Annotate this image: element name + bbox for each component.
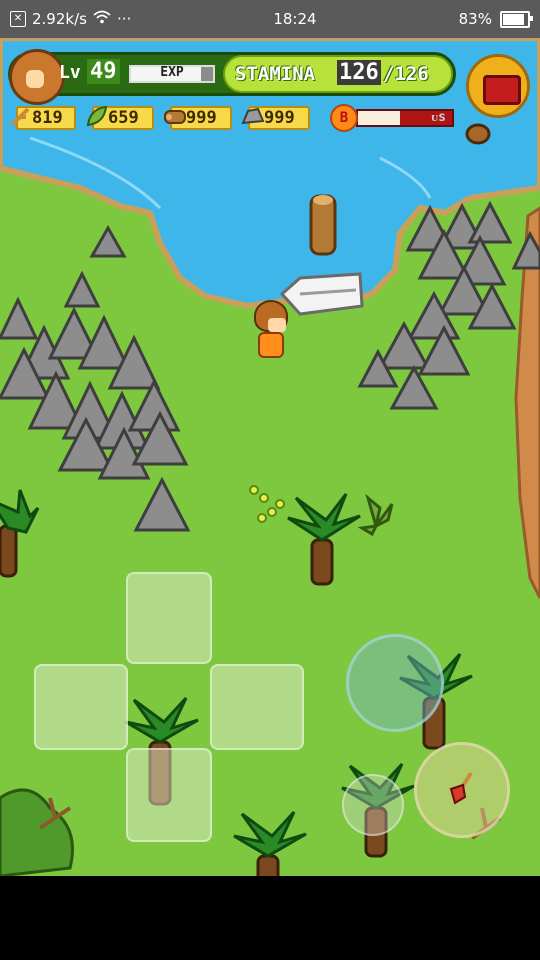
bonus-bar: ᴜs	[356, 109, 454, 127]
player-avatar[interactable]	[9, 49, 65, 105]
resource-leaves: 659	[86, 105, 154, 130]
resource-value: 999	[186, 108, 217, 128]
status-left: ✕ 2.92k/s ···	[10, 10, 131, 28]
game-view[interactable]: Lv 49 EXP STAMINA 126 /126 819 659 999 9…	[0, 38, 540, 876]
notification-close-icon: ✕	[10, 11, 26, 27]
dpad-left[interactable]	[34, 664, 128, 750]
resource-sticks: 819	[10, 106, 76, 130]
battery-percent: 83%	[458, 10, 492, 28]
dpad-right[interactable]	[210, 664, 304, 750]
bonus-text: ᴜs	[431, 110, 446, 125]
resource-wood: 999	[164, 106, 232, 130]
dpad-down[interactable]	[126, 748, 212, 842]
dig-button[interactable]	[414, 742, 510, 838]
treasure-chest-button[interactable]	[466, 54, 530, 118]
bonus-fill	[358, 111, 401, 125]
resource-value: 659	[108, 108, 139, 128]
status-right: 83%	[458, 10, 533, 28]
resource-value: 999	[264, 108, 295, 128]
status-bar: ✕ 2.92k/s ··· 18:24 83%	[0, 0, 540, 38]
exp-bar: EXP	[129, 65, 215, 83]
more-dots: ···	[116, 10, 132, 28]
hud-top-bar: Lv 49 EXP STAMINA 126 /126	[8, 49, 456, 105]
battery-icon	[499, 10, 533, 28]
secondary-action-button[interactable]	[342, 774, 404, 836]
dpad-up[interactable]	[126, 572, 212, 664]
level-label: Lv	[59, 62, 81, 83]
action-button[interactable]	[346, 634, 444, 732]
network-speed: 2.92k/s	[32, 10, 87, 28]
level-value: 49	[87, 59, 120, 84]
wifi-icon	[93, 10, 111, 28]
clock: 18:24	[273, 10, 317, 28]
floating-log	[309, 194, 337, 256]
nav-area	[0, 876, 540, 960]
stick-icon	[8, 103, 34, 131]
shovel-icon	[441, 767, 481, 807]
stone-icon	[240, 103, 266, 131]
leaf-icon	[84, 103, 110, 131]
bonus-gauge: ᴜs B	[330, 104, 456, 132]
bonus-badge: B	[330, 104, 358, 132]
resource-stone: 999	[241, 106, 310, 130]
wood-log-icon	[162, 103, 188, 131]
coconut-pickup	[465, 123, 491, 145]
exp-label: EXP	[160, 65, 184, 80]
stamina-panel: STAMINA 126 /126	[223, 55, 453, 93]
player-character	[250, 300, 292, 362]
stamina-current: 126	[337, 60, 381, 85]
stamina-max: /126	[383, 63, 429, 85]
stamina-label: STAMINA	[235, 63, 316, 85]
resource-value: 819	[32, 108, 63, 128]
